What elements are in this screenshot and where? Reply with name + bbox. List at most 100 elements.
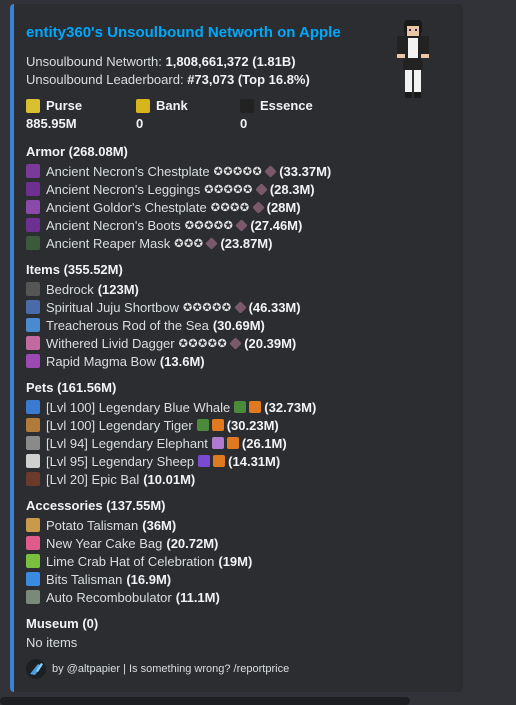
item-name: Ancient Necron's Boots <box>46 217 181 233</box>
gold-block-icon <box>136 99 150 113</box>
gemstone-icon <box>264 164 277 178</box>
leaderboard-top: (Top 16.8%) <box>237 72 310 87</box>
item-row: Ancient Goldor's Chestplate ✪✪✪✪ (28M) <box>26 198 301 216</box>
bedrock-icon <box>26 282 40 296</box>
item-row: Spiritual Juju Shortbow ✪✪✪✪✪ (46.33M) <box>26 298 301 316</box>
stat-value: 0 <box>240 116 248 131</box>
item-name: Bedrock <box>46 281 94 297</box>
gemstone-icon <box>235 218 249 232</box>
blue-whale-icon <box>26 400 40 414</box>
item-row: Ancient Reaper Mask ✪✪✪ (23.87M) <box>26 234 272 252</box>
gold-ingot-icon <box>26 99 40 113</box>
item-row: Lime Crab Hat of Celebration (19M) <box>26 552 252 570</box>
item-stars: ✪✪✪✪✪ <box>182 301 232 314</box>
horizontal-scrollbar[interactable] <box>0 697 410 705</box>
bow-icon <box>26 354 40 368</box>
pet-item-icon <box>234 401 247 413</box>
stat-0: Purse 885.95M <box>26 97 82 133</box>
item-value: (30.23M) <box>226 417 279 433</box>
leggings-icon <box>26 182 40 196</box>
item-value: (13.6M) <box>159 353 205 369</box>
museum-empty-text: No items <box>26 635 78 650</box>
item-row: Rapid Magma Bow (13.6M) <box>26 352 205 370</box>
elephant-icon <box>26 436 40 450</box>
item-value: (36M) <box>142 517 177 533</box>
leaderboard-label: Unsoulbound Leaderboard: <box>26 72 184 87</box>
item-value: (123M) <box>97 281 139 297</box>
item-name: [Lvl 95] Legendary Sheep <box>46 453 195 469</box>
item-value: (14.31M) <box>228 453 281 469</box>
item-name: Bits Talisman <box>46 571 123 587</box>
sheep-icon <box>26 454 40 468</box>
leaderboard-value: #73,073 <box>187 72 235 87</box>
item-row: Potato Talisman (36M) <box>26 516 176 534</box>
item-name: [Lvl 100] Legendary Blue Whale <box>46 399 231 415</box>
item-row: [Lvl 94] Legendary Elephant (26.1M) <box>26 434 287 452</box>
chestplate-icon <box>26 200 40 214</box>
gemstone-icon <box>233 300 247 314</box>
gemstone-icon <box>255 182 268 196</box>
stat-value: 0 <box>136 116 144 131</box>
item-row: [Lvl 100] Legendary Tiger (30.23M) <box>26 416 279 434</box>
stat-label-row: Purse <box>26 97 82 115</box>
item-value: (10.01M) <box>143 471 196 487</box>
stat-1: Bank 0 <box>136 97 188 133</box>
section-title: Accessories (137.55M) <box>26 498 166 513</box>
carrot-icon <box>211 419 224 431</box>
item-name: [Lvl 20] Epic Bal <box>46 471 140 487</box>
stat-label: Bank <box>156 98 188 113</box>
carrot-icon <box>226 437 239 449</box>
embed-footer: by @altpapier | Is something wrong? /rep… <box>26 659 289 679</box>
item-name: Auto Recombobulator <box>46 589 172 605</box>
section-title: Armor (268.08M) <box>26 144 128 159</box>
networth-label: Unsoulbound Networth: <box>26 54 162 69</box>
bow-icon <box>26 300 40 314</box>
item-row: [Lvl 100] Legendary Blue Whale (32.73M) <box>26 398 316 416</box>
carrot-icon <box>249 401 262 413</box>
embed-accent-bar <box>10 4 14 692</box>
bal-icon <box>26 472 40 486</box>
item-stars: ✪✪✪✪ <box>210 201 250 214</box>
item-name: Ancient Necron's Leggings <box>46 181 201 197</box>
crab-hat-icon <box>26 554 40 568</box>
item-stars: ✪✪✪ <box>174 237 204 250</box>
player-skin-thumbnail <box>397 20 429 98</box>
networth-line: Unsoulbound Networth: 1,808,661,372 (1.8… <box>26 53 296 71</box>
item-value: (27.46M) <box>250 217 303 233</box>
footer-avatar-icon <box>26 659 46 679</box>
item-stars: ✪✪✪✪✪ <box>184 219 234 232</box>
recombobulator-icon <box>26 590 40 604</box>
item-name: Ancient Reaper Mask <box>46 235 171 251</box>
item-name: Treacherous Rod of the Sea <box>46 317 209 333</box>
item-value: (33.37M) <box>279 163 332 179</box>
item-row: Auto Recombobulator (11.1M) <box>26 588 220 606</box>
bits-talisman-icon <box>26 572 40 586</box>
embed-title[interactable]: entity360's Unsoulbound Networth on Appl… <box>26 24 341 41</box>
gemstone-icon <box>229 336 242 350</box>
stat-label-row: Essence <box>240 97 313 115</box>
pet-item-icon <box>211 437 224 449</box>
item-value: (20.72M) <box>166 535 219 551</box>
stat-2: Essence 0 <box>240 97 313 133</box>
item-stars: ✪✪✪✪✪ <box>213 165 263 178</box>
footer-text: by @altpapier | Is something wrong? /rep… <box>52 663 290 675</box>
item-value: (28.3M) <box>269 181 315 197</box>
item-row: Bedrock (123M) <box>26 280 139 298</box>
leaderboard-line: Unsoulbound Leaderboard: #73,073 (Top 16… <box>26 71 310 89</box>
item-name: Lime Crab Hat of Celebration <box>46 553 215 569</box>
pet-item-icon <box>196 419 209 431</box>
item-row: [Lvl 95] Legendary Sheep (14.31M) <box>26 452 280 470</box>
item-row: Treacherous Rod of the Sea (30.69M) <box>26 316 265 334</box>
dagger-icon <box>26 336 40 350</box>
item-name: Potato Talisman <box>46 517 139 533</box>
item-row: Ancient Necron's Leggings ✪✪✪✪✪ (28.3M) <box>26 180 315 198</box>
item-value: (26.1M) <box>241 435 287 451</box>
item-row: Ancient Necron's Boots ✪✪✪✪✪ (27.46M) <box>26 216 302 234</box>
item-value: (20.39M) <box>244 335 297 351</box>
item-name: Ancient Goldor's Chestplate <box>46 199 207 215</box>
item-value: (19M) <box>218 553 253 569</box>
tiger-icon <box>26 418 40 432</box>
wither-skull-icon <box>240 99 254 113</box>
networth-embed: entity360's Unsoulbound Networth on Appl… <box>10 4 463 692</box>
item-value: (16.9M) <box>126 571 172 587</box>
